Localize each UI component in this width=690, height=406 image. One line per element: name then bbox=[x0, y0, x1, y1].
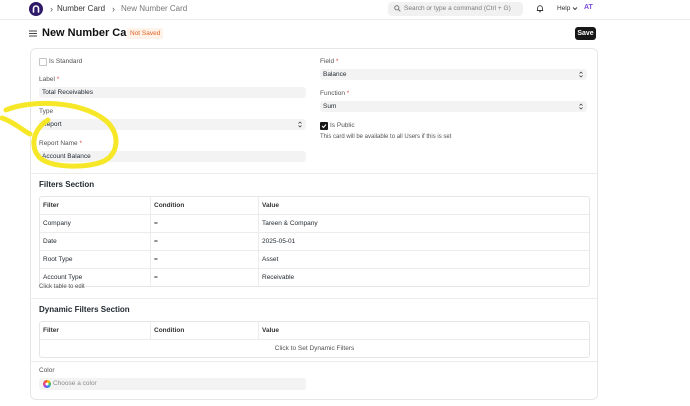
select-arrows-icon bbox=[579, 71, 583, 78]
is-standard-checkbox[interactable] bbox=[39, 58, 47, 66]
table-header: Filter Condition Value bbox=[40, 322, 589, 340]
col-condition: Condition bbox=[154, 202, 185, 209]
breadcrumb-current: New Number Card bbox=[121, 4, 188, 13]
label-field[interactable]: Total Receivables bbox=[39, 87, 306, 98]
filters-section-title: Filters Section bbox=[39, 180, 95, 189]
value-cell: 2025-05-01 bbox=[262, 238, 296, 245]
section-divider bbox=[31, 298, 597, 299]
condition-cell: = bbox=[154, 256, 158, 263]
report-name-label: Report Name * bbox=[39, 140, 82, 147]
field-select-value: Balance bbox=[323, 71, 347, 78]
is-public-help: This card will be available to all Users… bbox=[320, 134, 452, 140]
page-title: New Number Card bbox=[42, 27, 138, 39]
is-public-label: Is Public bbox=[330, 122, 355, 129]
color-wheel-icon bbox=[43, 380, 51, 388]
avatar[interactable]: AT bbox=[584, 4, 593, 11]
condition-cell: = bbox=[154, 220, 158, 227]
function-label: Function * bbox=[320, 90, 350, 97]
dynamic-filters-table[interactable]: Filter Condition Value Click to Set Dyna… bbox=[39, 321, 590, 358]
logo-icon bbox=[32, 5, 40, 13]
help-menu[interactable]: Help bbox=[557, 5, 570, 12]
filter-cell: Company bbox=[43, 220, 71, 227]
field-select[interactable]: Balance bbox=[320, 69, 587, 80]
column-divider bbox=[258, 322, 259, 339]
col-condition: Condition bbox=[154, 327, 185, 334]
form-card: Is Standard Label * Total Receivables Ty… bbox=[30, 48, 598, 400]
select-arrows-icon bbox=[579, 103, 583, 110]
type-select[interactable]: Report bbox=[39, 119, 306, 130]
check-icon bbox=[321, 124, 327, 129]
filter-cell: Date bbox=[43, 238, 57, 245]
table-row[interactable]: Account Type = Receivable bbox=[40, 269, 589, 286]
set-dynamic-filters-button[interactable]: Click to Set Dynamic Filters bbox=[40, 340, 589, 357]
is-standard-label: Is Standard bbox=[49, 58, 83, 65]
column-divider bbox=[150, 322, 151, 339]
chevron-right-icon: › bbox=[112, 4, 115, 14]
app-logo[interactable] bbox=[29, 2, 43, 16]
search-icon bbox=[394, 5, 401, 12]
sidebar-toggle-icon[interactable] bbox=[29, 30, 37, 37]
search-input[interactable]: Search or type a command (Ctrl + G) bbox=[388, 2, 523, 16]
save-button[interactable]: Save bbox=[575, 27, 596, 40]
value-cell: Receivable bbox=[262, 274, 295, 281]
navbar: › Number Card › New Number Card Search o… bbox=[0, 0, 690, 20]
value-cell: Asset bbox=[262, 256, 279, 263]
col-filter: Filter bbox=[43, 327, 59, 334]
type-field-label: Type bbox=[39, 108, 54, 115]
table-row[interactable]: Root Type = Asset bbox=[40, 251, 589, 269]
is-public-checkbox[interactable] bbox=[320, 122, 328, 130]
section-divider bbox=[31, 361, 597, 362]
dynamic-filters-section-title: Dynamic Filters Section bbox=[39, 305, 130, 314]
table-hint: Click table to edit bbox=[39, 284, 85, 290]
field-label: Field * bbox=[320, 58, 339, 65]
function-select-value: Sum bbox=[323, 103, 337, 110]
search-placeholder: Search or type a command (Ctrl + G) bbox=[404, 5, 511, 12]
chevron-right-icon: › bbox=[50, 4, 53, 14]
filter-cell: Account Type bbox=[43, 274, 83, 281]
value-cell: Tareen & Company bbox=[262, 220, 318, 227]
chevron-down-icon bbox=[572, 7, 578, 11]
color-placeholder: Choose a color bbox=[53, 380, 97, 387]
type-select-value: Report bbox=[42, 121, 62, 128]
section-divider bbox=[31, 173, 597, 174]
label-field-label: Label * bbox=[39, 76, 60, 83]
status-badge: Not Saved bbox=[127, 28, 164, 39]
table-header: Filter Condition Value bbox=[40, 197, 589, 215]
table-row[interactable]: Date = 2025-05-01 bbox=[40, 233, 589, 251]
color-label: Color bbox=[39, 367, 55, 374]
col-filter: Filter bbox=[43, 202, 59, 209]
condition-cell: = bbox=[154, 238, 158, 245]
report-name-field[interactable]: Account Balance bbox=[39, 151, 306, 162]
color-picker-field[interactable]: Choose a color bbox=[39, 378, 306, 390]
col-value: Value bbox=[262, 202, 279, 209]
table-row[interactable]: Company = Tareen & Company bbox=[40, 215, 589, 233]
bell-icon[interactable] bbox=[536, 4, 544, 13]
select-arrows-icon bbox=[298, 121, 302, 128]
filter-cell: Root Type bbox=[43, 256, 73, 263]
breadcrumb-number-card[interactable]: Number Card bbox=[57, 4, 105, 13]
condition-cell: = bbox=[154, 274, 158, 281]
col-value: Value bbox=[262, 327, 279, 334]
function-select[interactable]: Sum bbox=[320, 101, 587, 112]
filters-table[interactable]: Filter Condition Value Company = Tareen … bbox=[39, 196, 590, 287]
